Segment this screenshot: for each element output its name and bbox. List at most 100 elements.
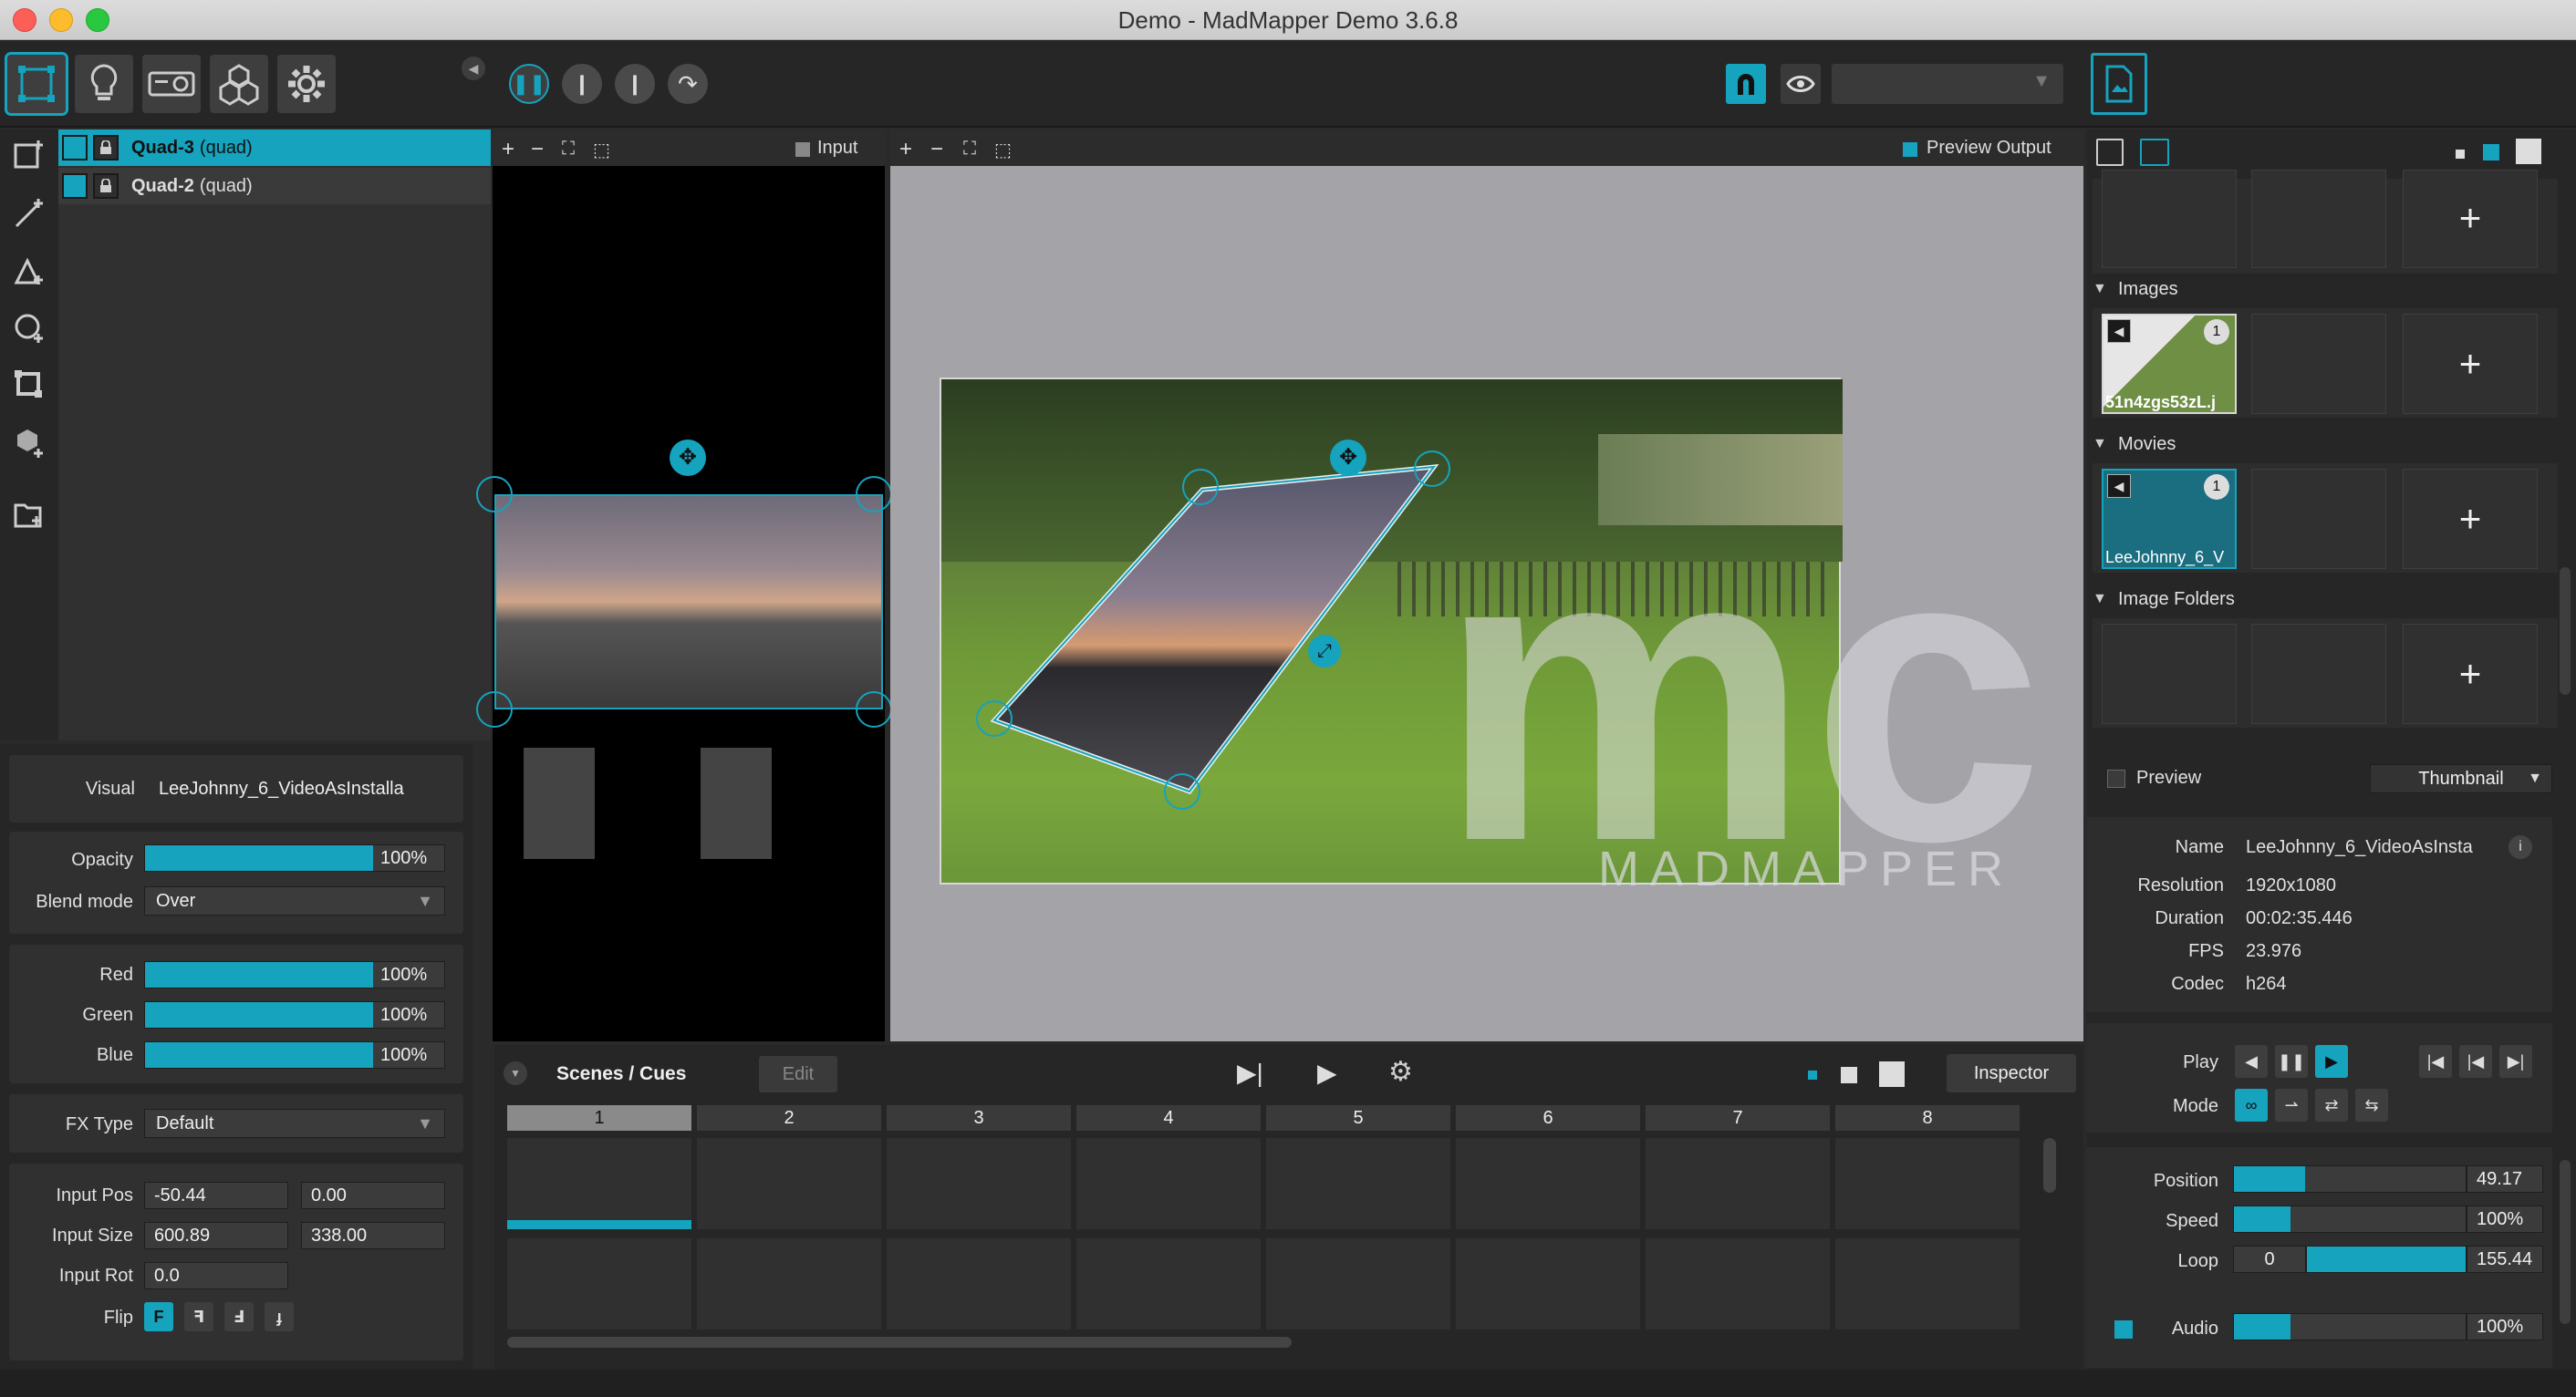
move-handle-icon[interactable]: ✥: [670, 440, 706, 476]
input-size-h-field[interactable]: 338.00: [301, 1222, 445, 1249]
cue-column-header[interactable]: 1: [507, 1105, 691, 1131]
cue-cell[interactable]: [1266, 1238, 1450, 1330]
input-canvas[interactable]: ✥: [476, 166, 892, 1041]
image-folders-toggle-icon[interactable]: ▼: [2093, 591, 2107, 607]
cue-column-header[interactable]: 4: [1076, 1105, 1261, 1131]
input-size-w-field[interactable]: 600.89: [144, 1222, 288, 1249]
media-slot[interactable]: [2251, 469, 2386, 569]
green-slider[interactable]: 100%: [144, 1001, 445, 1029]
add-quad-icon[interactable]: [9, 135, 49, 175]
corner-handle[interactable]: [1164, 773, 1200, 810]
media-library-icon[interactable]: [2091, 53, 2147, 115]
position-value[interactable]: 49.17: [2467, 1165, 2543, 1193]
large-thumb-icon[interactable]: [2516, 139, 2541, 164]
select-area-icon[interactable]: ⬚: [994, 139, 1012, 161]
inspector-button[interactable]: Inspector: [1947, 1054, 2076, 1092]
add-mask-icon[interactable]: [9, 365, 49, 405]
cue-column-header[interactable]: 2: [697, 1105, 881, 1131]
position-slider[interactable]: [2233, 1165, 2467, 1193]
output-canvas[interactable]: mc MADMAPPER ✥ ⤢: [890, 166, 2083, 1041]
add-triangle-icon[interactable]: [9, 252, 49, 292]
movie-thumbnail[interactable]: ◀ 1 LeeJohnny_6_V: [2102, 469, 2237, 569]
pause-icon[interactable]: ❚❚: [509, 64, 549, 104]
audio-slider[interactable]: [2233, 1313, 2467, 1340]
fit-view-icon[interactable]: ⛶: [963, 139, 976, 160]
cue-column-header[interactable]: 8: [1835, 1105, 2020, 1131]
cue-cell[interactable]: [887, 1238, 1071, 1330]
go-to-start-icon[interactable]: |◀: [2419, 1045, 2452, 1078]
layer-row-quad-2[interactable]: Quad-2 (quad): [58, 168, 491, 204]
cue-horizontal-scrollbar[interactable]: [507, 1337, 1292, 1348]
cue-cell[interactable]: [1646, 1238, 1830, 1330]
play-back-icon[interactable]: ◀: [2107, 474, 2131, 498]
loop-end-value[interactable]: 155.44: [2467, 1246, 2543, 1273]
media-scrollbar[interactable]: [2560, 567, 2571, 695]
layer-row-quad-3[interactable]: Quad-3 (quad): [58, 129, 491, 166]
input-pos-x-field[interactable]: -50.44: [144, 1182, 288, 1209]
input-quad-outline[interactable]: [701, 748, 772, 859]
corner-handle[interactable]: [476, 476, 513, 512]
add-movie-button[interactable]: +: [2403, 469, 2538, 569]
lock-icon[interactable]: [93, 135, 119, 160]
output-select-dropdown[interactable]: ▼: [1832, 64, 2063, 104]
play-forward-icon[interactable]: ▶: [2315, 1045, 2348, 1078]
cue-column-header[interactable]: 5: [1266, 1105, 1450, 1131]
input-checkbox[interactable]: [795, 142, 810, 157]
cue-cell[interactable]: [507, 1138, 691, 1229]
add-group-icon[interactable]: [9, 494, 49, 534]
loop-mode-icon[interactable]: ∞: [2235, 1089, 2268, 1122]
step-back-icon[interactable]: |◀: [2459, 1045, 2492, 1078]
media-view-icon[interactable]: [2140, 139, 2169, 166]
input-quad-outline[interactable]: [524, 748, 595, 859]
preview-checkbox[interactable]: [2107, 770, 2125, 788]
rotate-handle-icon[interactable]: ⤢: [1308, 635, 1341, 667]
list-view-icon[interactable]: [2096, 139, 2124, 166]
cue-cell[interactable]: [697, 1238, 881, 1330]
magnet-icon[interactable]: [1726, 64, 1766, 104]
cue-cell[interactable]: [1835, 1238, 2020, 1330]
cue-cell[interactable]: [507, 1238, 691, 1330]
red-slider[interactable]: 100%: [144, 961, 445, 988]
lock-icon[interactable]: [93, 173, 119, 199]
fx-type-dropdown[interactable]: Default ▼: [144, 1109, 445, 1138]
visibility-toggle[interactable]: [62, 173, 88, 199]
zoom-out-icon[interactable]: −: [930, 137, 943, 162]
cue-cell[interactable]: [1266, 1138, 1450, 1229]
edit-button[interactable]: Edit: [759, 1056, 837, 1092]
media-slot[interactable]: [2102, 170, 2237, 268]
add-image-button[interactable]: +: [2403, 314, 2538, 414]
collapse-scenes-icon[interactable]: ▼: [504, 1061, 527, 1085]
flip-horizontal-button[interactable]: ꟻ: [184, 1302, 213, 1331]
warped-quad[interactable]: [890, 166, 2083, 1041]
info-icon[interactable]: i: [2508, 835, 2532, 859]
projector-icon[interactable]: [142, 55, 201, 113]
loop-range-slider[interactable]: [2306, 1246, 2467, 1273]
cue-cell[interactable]: [887, 1138, 1071, 1229]
blend-mode-dropdown[interactable]: Over ▼: [144, 886, 445, 916]
add-circle-icon[interactable]: [9, 308, 49, 348]
cue-vertical-scrollbar[interactable]: [2043, 1138, 2056, 1193]
random-mode-icon[interactable]: ⇆: [2355, 1089, 2388, 1122]
play-once-icon[interactable]: ⇀: [2275, 1089, 2308, 1122]
cue-cell[interactable]: [1456, 1238, 1640, 1330]
play-backward-icon[interactable]: ◀: [2235, 1045, 2268, 1078]
collapse-arrow-icon[interactable]: ◀: [462, 57, 485, 80]
cue-cell[interactable]: [1835, 1138, 2020, 1229]
cue-cell[interactable]: [1076, 1138, 1261, 1229]
fit-view-icon[interactable]: ⛶: [562, 139, 575, 160]
media-slot[interactable]: [2251, 624, 2386, 724]
zoom-out-icon[interactable]: −: [531, 137, 544, 162]
opacity-slider[interactable]: 100%: [144, 844, 445, 872]
cue-cell[interactable]: [1076, 1238, 1261, 1330]
movies-toggle-icon[interactable]: ▼: [2093, 436, 2107, 452]
cue-cell[interactable]: [1646, 1138, 1830, 1229]
inspector-scrollbar[interactable]: [2560, 1160, 2571, 1324]
step-icon[interactable]: ❙: [615, 64, 655, 104]
zoom-in-icon[interactable]: +: [899, 137, 912, 162]
visual-value[interactable]: LeeJohnny_6_VideoAsInstalla: [159, 779, 404, 800]
cue-cell[interactable]: [1456, 1138, 1640, 1229]
blue-slider[interactable]: 100%: [144, 1041, 445, 1069]
step-icon[interactable]: ❙: [562, 64, 602, 104]
cue-column-header[interactable]: 3: [887, 1105, 1071, 1131]
corner-handle[interactable]: [1414, 450, 1450, 487]
